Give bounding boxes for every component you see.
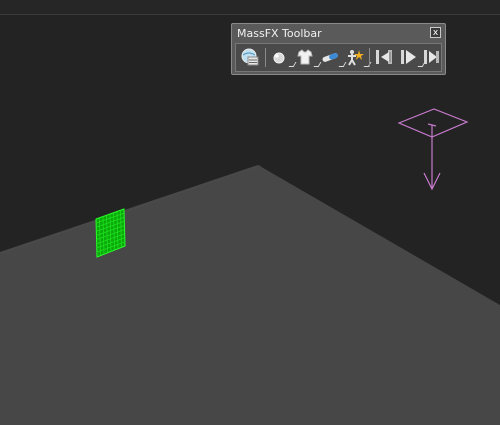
mcloth-button[interactable] [294, 46, 322, 68]
step-simulation-icon [424, 50, 439, 64]
close-button[interactable]: x [430, 27, 441, 38]
step-simulation-button[interactable] [421, 46, 443, 68]
toolbar-title: MassFX Toolbar [237, 27, 322, 40]
massfx-world-parameters-icon [241, 48, 259, 66]
mcloth-icon [297, 49, 313, 65]
perspective-viewport[interactable]: MassFX Toolbar x [0, 0, 500, 425]
massfx-toolbar[interactable]: MassFX Toolbar x [231, 23, 446, 75]
world-parameters-button[interactable] [239, 46, 261, 68]
reset-simulation-icon [376, 50, 392, 64]
ragdoll-icon [348, 50, 364, 66]
toolbar-buttons-row [235, 43, 442, 72]
toolbar-separator [369, 48, 370, 67]
constraint-icon [322, 53, 338, 62]
rigid-body-icon [273, 52, 285, 64]
gravity-helper-gizmo[interactable] [397, 108, 469, 191]
reset-simulation-button[interactable] [373, 46, 395, 68]
toolbar-separator [265, 48, 266, 67]
rigid-body-button[interactable] [269, 46, 297, 68]
flyout-indicator [363, 62, 372, 67]
ragdoll-button[interactable] [344, 46, 372, 68]
constraint-button[interactable] [319, 46, 347, 68]
play-simulation-icon [401, 50, 416, 64]
ground-plane[interactable] [0, 165, 500, 425]
play-simulation-button[interactable] [398, 46, 426, 68]
